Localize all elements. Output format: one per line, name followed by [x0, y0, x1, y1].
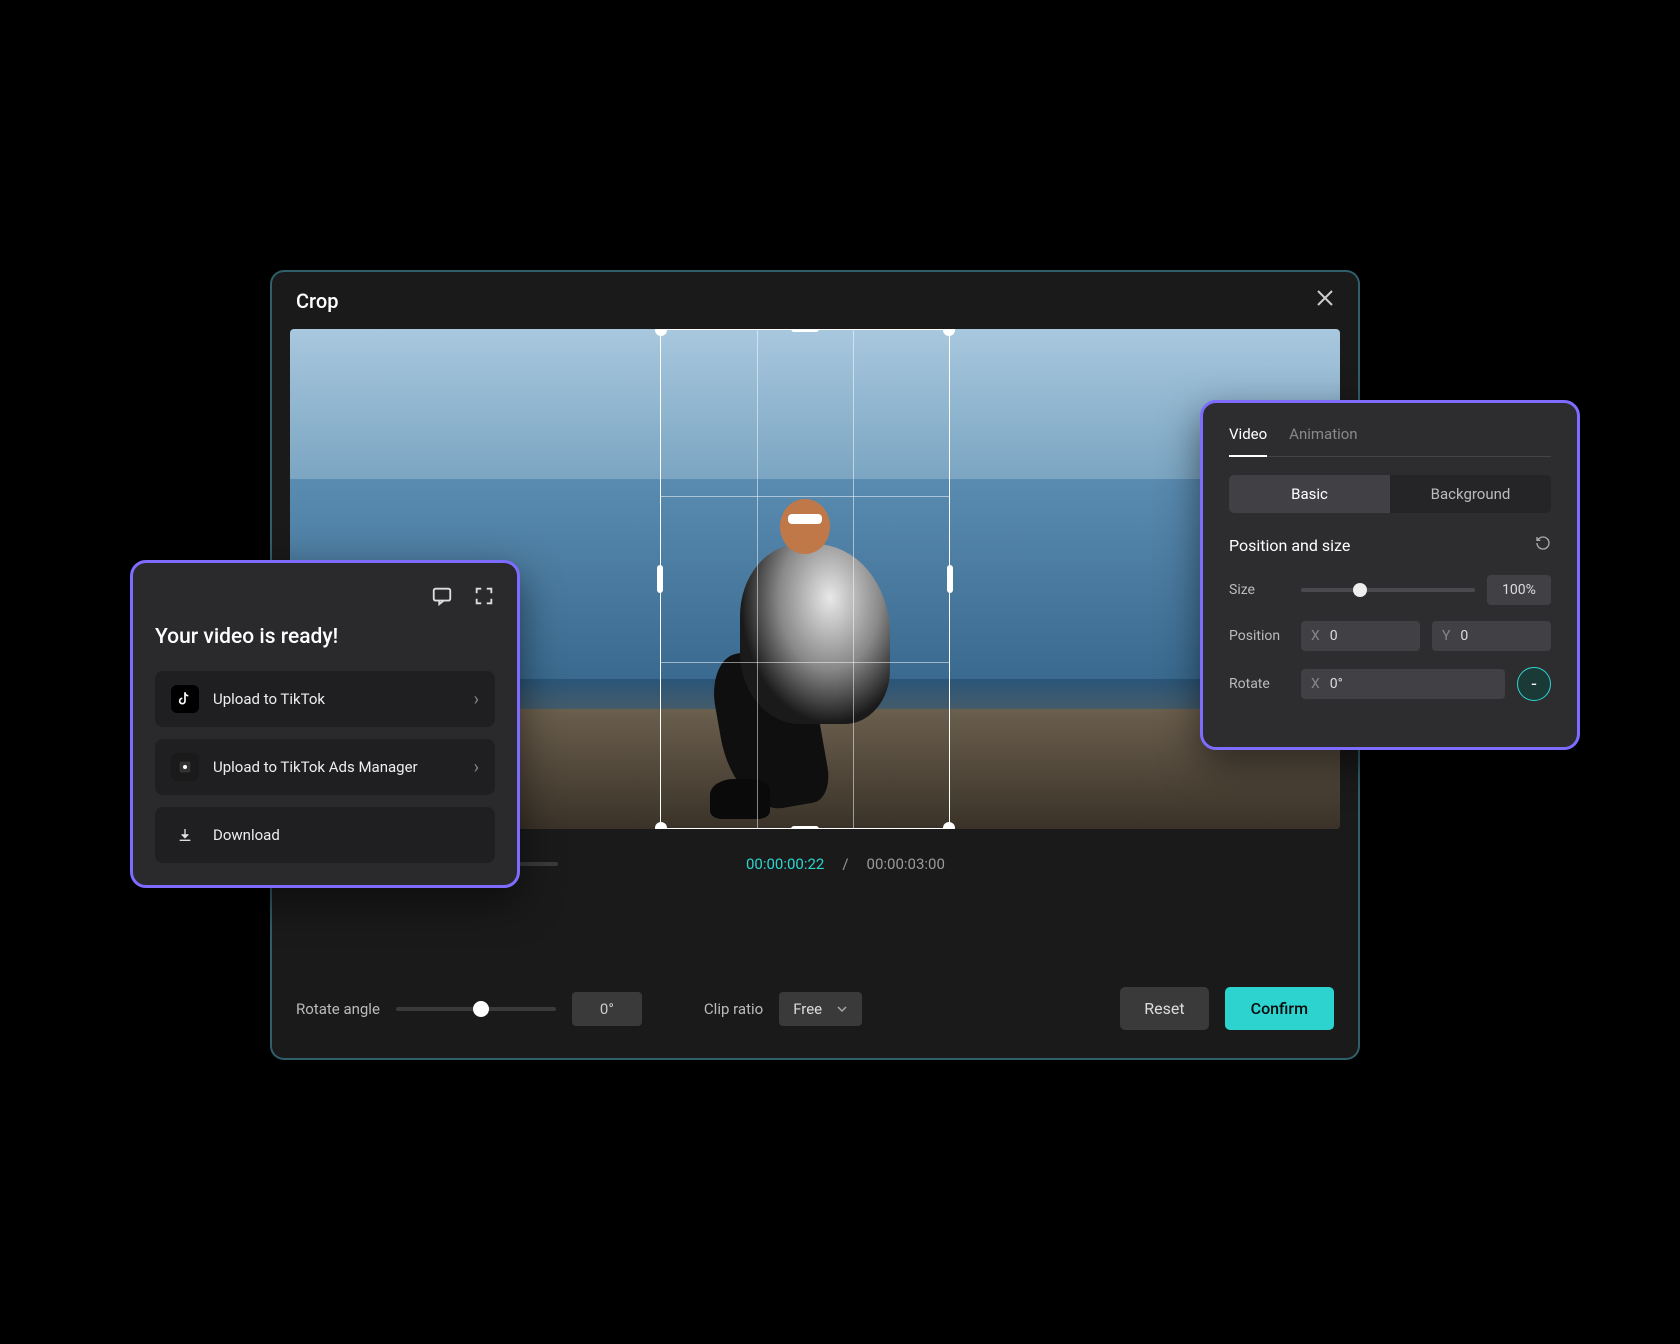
crop-frame[interactable] [660, 329, 950, 829]
rotate-label: Rotate [1229, 676, 1289, 692]
export-item-label: Download [213, 826, 479, 844]
rotate-value-input[interactable] [572, 992, 642, 1026]
size-label: Size [1229, 582, 1289, 598]
upload-ads-manager-button[interactable]: Upload to TikTok Ads Manager › [155, 739, 495, 795]
crop-handle-bottom-left[interactable] [655, 822, 667, 829]
clip-ratio-label: Clip ratio [704, 1000, 763, 1018]
tiktok-icon [171, 685, 199, 713]
position-label: Position [1229, 628, 1289, 644]
upload-tiktok-button[interactable]: Upload to TikTok › [155, 671, 495, 727]
time-total: 00:00:03:00 [867, 855, 945, 873]
rotate-slider[interactable] [396, 1007, 556, 1011]
ads-manager-icon [171, 753, 199, 781]
rotate-angle-label: Rotate angle [296, 1000, 380, 1018]
position-y-input[interactable]: Y 0 [1432, 621, 1551, 651]
crop-header: Crop [272, 272, 1358, 329]
close-icon [1316, 289, 1334, 307]
comment-icon[interactable] [431, 585, 453, 607]
size-slider[interactable] [1301, 588, 1475, 592]
confirm-button[interactable]: Confirm [1225, 987, 1334, 1030]
time-separator: / [842, 855, 848, 873]
crop-controls-bar: Rotate angle Clip ratio Free Reset Confi… [272, 959, 1358, 1058]
fullscreen-icon[interactable] [473, 585, 495, 607]
export-panel: Your video is ready! Upload to TikTok › … [130, 560, 520, 888]
crop-title: Crop [296, 289, 338, 313]
crop-handle-bottom-right[interactable] [943, 822, 955, 829]
position-x-input[interactable]: X 0 [1301, 621, 1420, 651]
section-title: Position and size [1229, 536, 1350, 555]
crop-handle-top-left[interactable] [655, 329, 667, 336]
crop-handle-right[interactable] [947, 565, 953, 593]
crop-handle-left[interactable] [657, 565, 663, 593]
rotate-x-input[interactable]: X 0° [1301, 669, 1505, 699]
crop-handle-bottom[interactable] [791, 826, 819, 829]
properties-tabs: Video Animation [1229, 425, 1551, 457]
export-item-label: Upload to TikTok Ads Manager [213, 758, 460, 776]
undo-icon [1535, 535, 1551, 551]
chevron-right-icon: › [474, 689, 479, 710]
reset-section-button[interactable] [1535, 535, 1551, 555]
properties-subtabs: Basic Background [1229, 475, 1551, 513]
clip-ratio-value: Free [793, 1000, 822, 1018]
chevron-right-icon: › [474, 757, 479, 778]
subtab-basic[interactable]: Basic [1229, 475, 1390, 513]
tab-video[interactable]: Video [1229, 425, 1267, 457]
reset-button[interactable]: Reset [1120, 987, 1208, 1030]
download-button[interactable]: Download [155, 807, 495, 863]
rotate-decrement-button[interactable]: - [1517, 667, 1551, 701]
size-value[interactable]: 100% [1487, 575, 1551, 605]
close-button[interactable] [1316, 288, 1334, 313]
download-icon [171, 821, 199, 849]
export-title: Your video is ready! [155, 625, 495, 649]
crop-handle-top-right[interactable] [943, 329, 955, 336]
clip-ratio-select[interactable]: Free [779, 992, 862, 1026]
crop-handle-top[interactable] [791, 329, 819, 332]
chevron-down-icon [836, 1003, 848, 1015]
tab-animation[interactable]: Animation [1289, 425, 1357, 456]
export-item-label: Upload to TikTok [213, 690, 460, 708]
time-current: 00:00:00:22 [746, 855, 824, 873]
subtab-background[interactable]: Background [1390, 475, 1551, 513]
properties-panel: Video Animation Basic Background Positio… [1200, 400, 1580, 750]
